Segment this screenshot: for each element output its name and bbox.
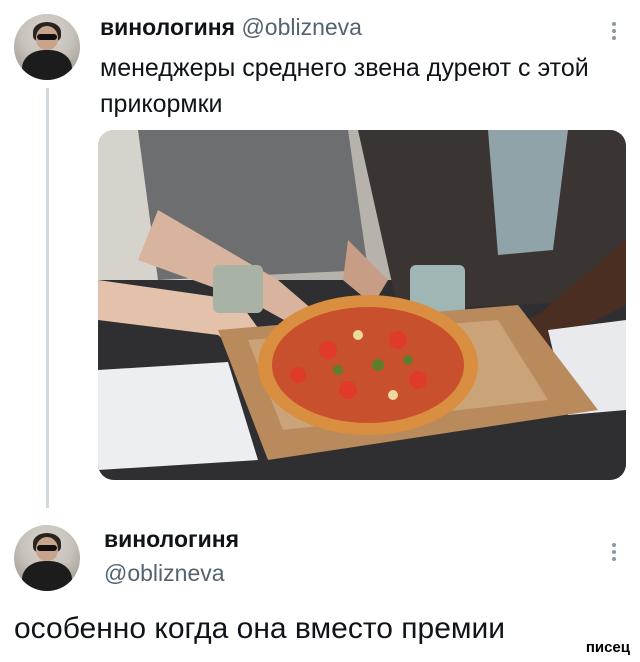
tweet-header: винологиня @oblizneva [100, 14, 362, 41]
more-vertical-icon[interactable] [611, 22, 617, 40]
tweet-text: особенно когда она вместо премии [14, 612, 506, 645]
author-handle[interactable]: @oblizneva [241, 14, 362, 40]
thread-connector-line [46, 88, 49, 508]
avatar-body-shape [22, 50, 72, 80]
more-vertical-icon[interactable] [611, 543, 617, 561]
tweet-text: менеджеры среднего звена дуреют с этой п… [100, 54, 589, 118]
author-handle[interactable]: @oblizneva [104, 560, 225, 587]
avatar-body-shape [22, 561, 72, 591]
pizza-photo [98, 130, 626, 480]
author-name[interactable]: винологиня [100, 14, 235, 40]
author-avatar[interactable] [14, 525, 80, 591]
author-name[interactable]: винологиня [104, 526, 239, 553]
author-avatar[interactable] [14, 14, 80, 80]
watermark-label: писец [583, 639, 632, 656]
avatar-sunglasses-shape [37, 545, 57, 551]
avatar-sunglasses-shape [37, 34, 57, 40]
tweet-media-image[interactable] [98, 130, 626, 480]
